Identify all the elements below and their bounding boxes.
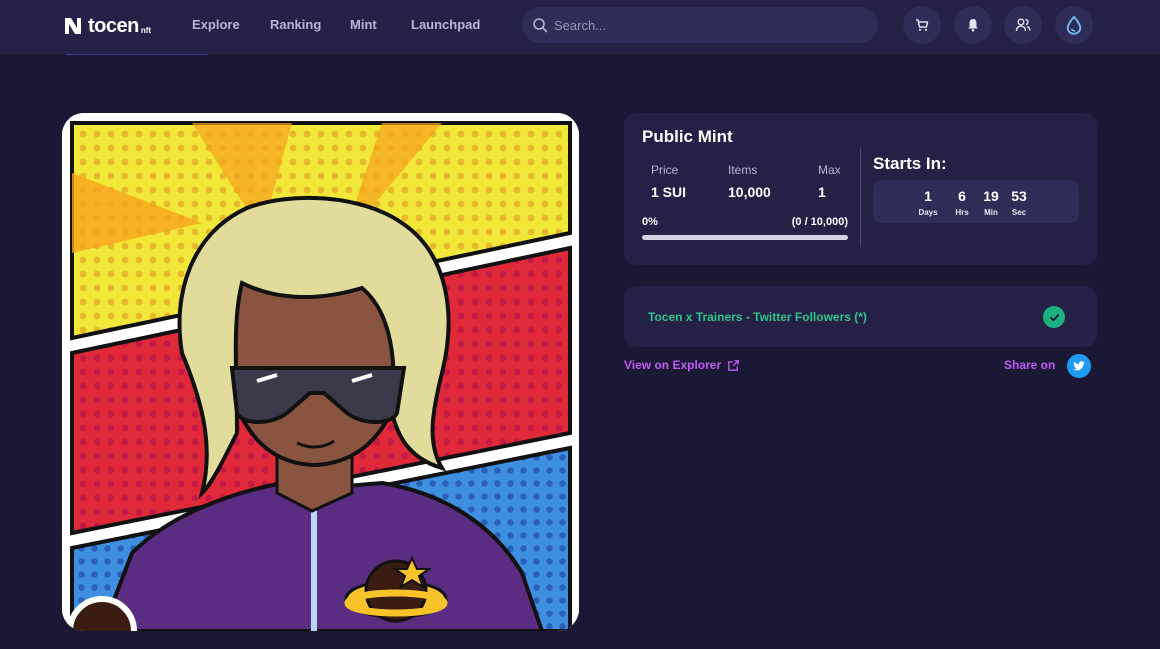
twitter-share-button[interactable] [1067,354,1091,378]
notifications-button[interactable] [954,6,992,44]
price-value: 1 SUI [651,184,687,200]
sui-drop-icon [1066,15,1082,35]
view-on-explorer-label: View on Explorer [624,358,722,372]
countdown-minutes-label: Min [984,208,998,217]
nav-mint[interactable]: Mint [350,17,377,32]
items-value: 10,000 [728,184,771,200]
search-input[interactable] [554,17,854,33]
countdown-seconds-value: 53 [1011,188,1027,204]
twitter-icon [1073,361,1085,371]
top-nav: tocen nft Explore Ranking Mint Launchpad [0,0,1160,54]
items-label: Items [728,163,758,177]
users-icon [1015,18,1031,32]
nav-launchpad[interactable]: Launchpad [411,17,480,32]
mint-progress-bar [642,235,848,240]
logo[interactable]: tocen nft [62,13,151,39]
tocen-logo-icon [65,18,81,34]
max-value: 1 [818,184,826,200]
public-mint-card: Public Mint Price 1 SUI Items 10,000 Max… [624,113,1097,265]
max-label: Max [818,163,841,177]
bell-icon [968,19,978,32]
nft-artwork [62,113,579,631]
search-icon [533,18,548,33]
cart-button[interactable] [903,6,941,44]
starts-in-title: Starts In: [873,154,947,173]
price-label: Price [651,163,679,177]
requirement-label: Tocen x Trainers - Twitter Followers (*) [648,310,867,324]
progress-percent: 0% [642,216,658,228]
wallet-button[interactable] [1055,6,1093,44]
countdown-hours-label: Hrs [955,208,969,217]
countdown-days-label: Days [918,208,938,217]
countdown-minutes-value: 19 [983,188,999,204]
requirement-status [1043,306,1065,328]
nav-active-underline [66,54,208,55]
requirement-card[interactable]: Tocen x Trainers - Twitter Followers (*) [624,286,1097,347]
profile-button[interactable] [1004,6,1042,44]
nav-explore[interactable]: Explore [192,17,240,32]
countdown-timer: 1 Days 6 Hrs 19 Min 53 Sec [873,180,1079,223]
view-on-explorer-link[interactable]: View on Explorer [624,358,740,372]
countdown-days-value: 1 [924,188,932,204]
countdown-hours-value: 6 [958,188,966,204]
countdown-seconds-label: Sec [1011,208,1027,217]
nft-image [62,113,579,631]
share-on-label: Share on [1004,358,1056,372]
check-icon [1049,313,1059,321]
nav-ranking[interactable]: Ranking [270,17,321,32]
card-divider [860,147,861,247]
mint-title: Public Mint [642,127,733,146]
logo-sub: nft [140,25,152,35]
progress-count: (0 / 10,000) [791,216,848,228]
external-link-icon [728,359,739,371]
cart-icon [916,19,929,31]
logo-text: tocen [88,14,139,37]
search-bar[interactable] [522,7,878,43]
